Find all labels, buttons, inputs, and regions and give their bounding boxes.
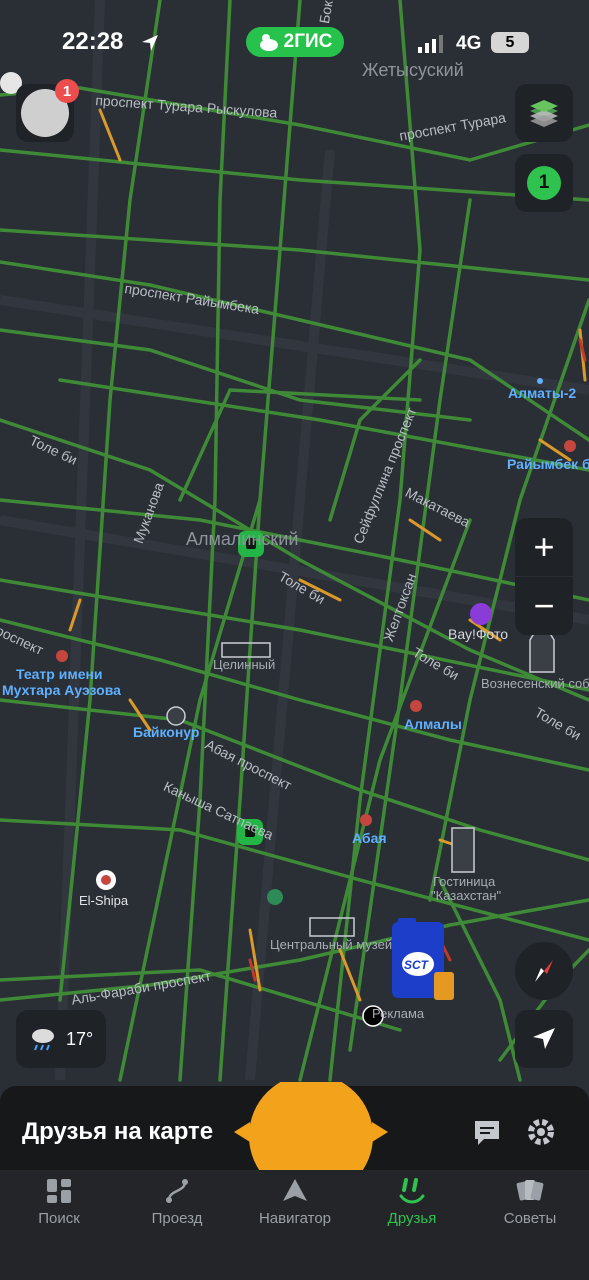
message-icon[interactable] bbox=[472, 1117, 502, 1147]
weather-temp: 17° bbox=[66, 1028, 94, 1049]
tab-label: Поиск bbox=[38, 1210, 80, 1227]
poi-label[interactable]: Байконур bbox=[133, 724, 199, 740]
weather-widget[interactable]: 17° bbox=[16, 1010, 106, 1068]
settings-gear-icon[interactable] bbox=[526, 1117, 556, 1147]
zoom-in-button[interactable]: + bbox=[515, 518, 573, 576]
poi-label[interactable]: Мухтара Ауэзова bbox=[2, 682, 121, 698]
route-icon bbox=[166, 1179, 188, 1203]
zoom-out-button[interactable]: − bbox=[515, 577, 573, 635]
friends-count-button[interactable]: 1 bbox=[515, 154, 573, 212]
grid-icon bbox=[47, 1179, 71, 1203]
poi-label[interactable]: Алматы-2 bbox=[508, 385, 576, 401]
poi-label[interactable]: Театр имени bbox=[16, 666, 103, 682]
tab-label: Проезд bbox=[151, 1210, 203, 1227]
layers-button[interactable] bbox=[515, 84, 573, 142]
status-bar: 22:28 2ГИС 4G 5 bbox=[0, 0, 589, 86]
friends-icon bbox=[399, 1178, 425, 1204]
sct-label: SCT bbox=[404, 958, 428, 972]
duck-icon bbox=[259, 34, 278, 51]
layers-icon bbox=[530, 100, 558, 127]
avatar-badge: 1 bbox=[55, 79, 79, 103]
poi-label[interactable]: Гостиница bbox=[433, 874, 495, 889]
tab-search[interactable]: Поиск bbox=[9, 1176, 109, 1227]
tab-tips[interactable]: Советы bbox=[480, 1176, 580, 1227]
district-label: Алмалинский bbox=[186, 529, 299, 549]
navigation-arrow-icon bbox=[533, 1028, 555, 1049]
friends-count: 1 bbox=[527, 166, 561, 200]
navigator-icon bbox=[283, 1179, 307, 1201]
tab-label: Друзья bbox=[387, 1210, 437, 1227]
tab-label: Навигатор bbox=[258, 1210, 332, 1227]
panel-title: Друзья на карте bbox=[22, 1118, 214, 1145]
tab-route[interactable]: Проезд bbox=[127, 1176, 227, 1227]
friends-panel: Друзья на карте bbox=[0, 1082, 589, 1170]
location-arrow-icon bbox=[142, 35, 158, 51]
battery-level: 5 bbox=[491, 32, 529, 53]
poi-label[interactable]: Абая bbox=[352, 830, 387, 846]
poi-label[interactable]: Вау!Фото bbox=[448, 626, 508, 642]
poi-label[interactable]: Вознесенский соб bbox=[481, 676, 589, 691]
brand-logo: 2ГИС bbox=[246, 27, 344, 57]
compass-button[interactable] bbox=[515, 942, 573, 1000]
my-location-button[interactable] bbox=[515, 1010, 573, 1068]
poi-label[interactable]: Реклама bbox=[372, 1006, 424, 1021]
poi-label[interactable]: Целинный bbox=[213, 657, 275, 672]
status-time: 22:28 bbox=[62, 28, 124, 55]
poi-label[interactable]: Алмалы bbox=[404, 716, 462, 732]
poi-label[interactable]: Центральный музей bbox=[270, 937, 392, 952]
tab-navigator[interactable]: Навигатор bbox=[245, 1176, 345, 1227]
brand-name: 2ГИС bbox=[283, 31, 333, 52]
compass-icon bbox=[535, 960, 553, 982]
poi-label[interactable]: Райымбек б bbox=[507, 456, 589, 472]
signal-icon bbox=[418, 35, 443, 53]
network-type: 4G bbox=[456, 33, 482, 54]
tab-label: Советы bbox=[503, 1210, 557, 1227]
poi-label[interactable]: El-Shipa bbox=[79, 893, 128, 908]
rain-cloud-icon bbox=[32, 1029, 54, 1051]
tips-cards-icon bbox=[516, 1180, 544, 1201]
tab-friends[interactable]: Друзья bbox=[362, 1176, 462, 1227]
poi-label[interactable]: "Казахстан" bbox=[431, 888, 501, 903]
sun-decoration bbox=[234, 1082, 388, 1170]
